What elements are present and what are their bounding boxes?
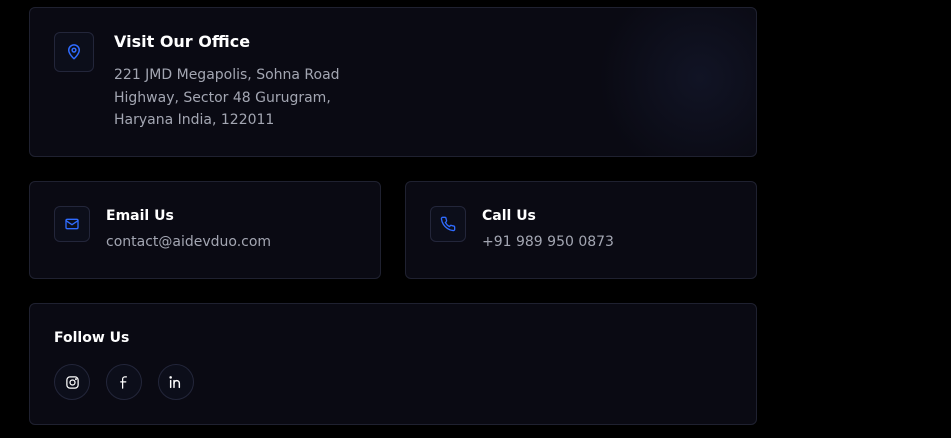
email-icon-box — [54, 206, 90, 242]
linkedin-link[interactable] — [158, 364, 194, 400]
email-value[interactable]: contact@aidevduo.com — [106, 231, 271, 254]
instagram-link[interactable] — [54, 364, 90, 400]
office-address-line: 221 JMD Megapolis, Sohna Road — [114, 67, 340, 83]
office-title: Visit Our Office — [114, 32, 251, 51]
follow-title: Follow Us — [54, 330, 130, 346]
email-card: Email Us contact@aidevduo.com — [29, 181, 381, 279]
phone-icon — [440, 216, 456, 232]
office-address-line: Highway, Sector 48 Gurugram, — [114, 90, 331, 106]
mail-icon — [65, 218, 79, 230]
call-card: Call Us +91 989 950 0873 — [405, 181, 757, 279]
call-icon-box — [430, 206, 466, 242]
card-glow — [590, 8, 756, 156]
office-icon-box — [54, 32, 94, 72]
follow-card: Follow Us — [29, 303, 757, 425]
instagram-icon — [65, 375, 79, 389]
linkedin-icon — [169, 376, 181, 389]
map-pin-icon — [68, 44, 80, 60]
call-value[interactable]: +91 989 950 0873 — [482, 231, 614, 254]
office-address-line: Haryana India, 122011 — [114, 112, 275, 128]
email-title: Email Us — [106, 208, 174, 224]
call-title: Call Us — [482, 208, 536, 224]
office-card: Visit Our Office 221 JMD Megapolis, Sohn… — [29, 7, 757, 157]
facebook-icon — [119, 375, 127, 389]
facebook-link[interactable] — [106, 364, 142, 400]
